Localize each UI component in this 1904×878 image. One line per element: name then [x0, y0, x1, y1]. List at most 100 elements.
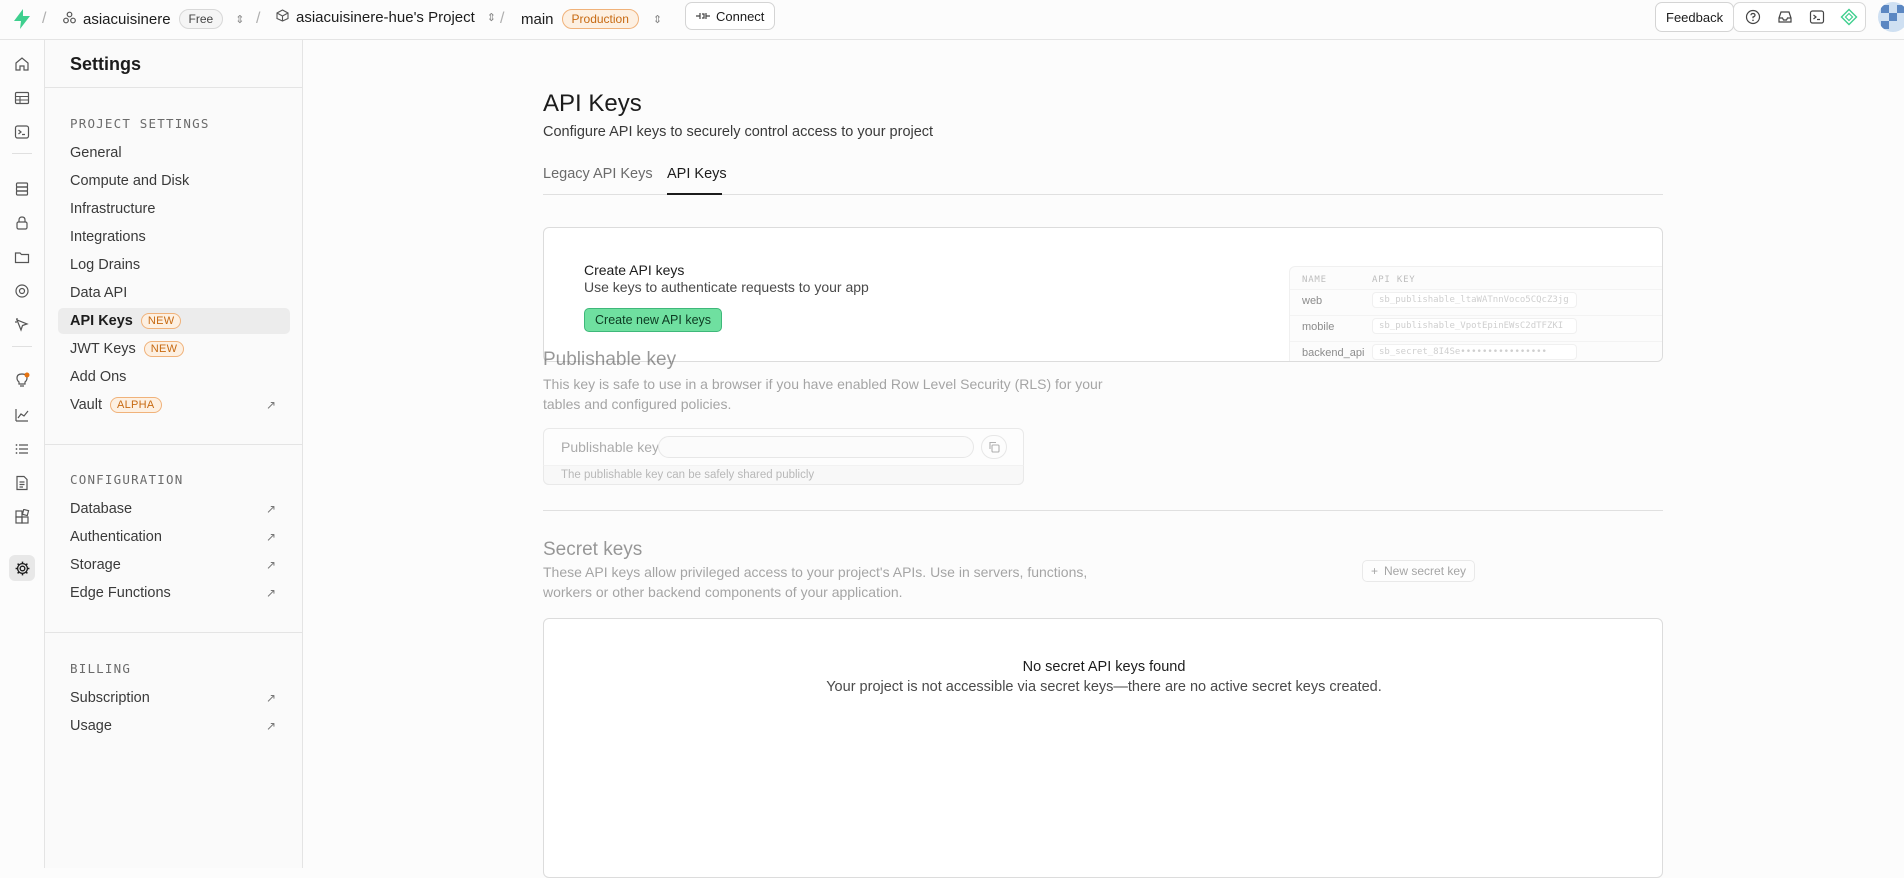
api-keys-preview-table: NAME API KEY web sb_publishable_ltaWATnn…: [1289, 266, 1662, 361]
sidebar-item-api-keys[interactable]: API Keys NEW: [58, 308, 290, 334]
settings-sidebar: Settings PROJECT SETTINGS General Comput…: [45, 40, 303, 868]
section-heading-billing: BILLING: [70, 661, 132, 676]
sidebar-item-storage[interactable]: Storage ↗: [58, 552, 290, 578]
preview-row-name: backend_api: [1302, 347, 1365, 359]
inbox-icon[interactable]: [1772, 4, 1798, 30]
icon-rail: [0, 40, 45, 868]
plan-badge: Free: [178, 9, 224, 29]
top-bar: / asiacuisinere Free ⇕ / asiacuisinere-h…: [0, 0, 1904, 40]
publishable-key-description: This key is safe to use in a browser if …: [543, 376, 1103, 412]
secret-keys-title: Secret keys: [543, 539, 643, 560]
settings-gear-icon[interactable]: [9, 555, 35, 581]
tab-legacy-api-keys[interactable]: Legacy API Keys: [543, 166, 653, 182]
preview-col-name: NAME: [1302, 275, 1327, 285]
logs-list-icon[interactable]: [10, 437, 34, 461]
preview-col-key: API KEY: [1372, 275, 1416, 285]
storage-icon[interactable]: [10, 245, 34, 269]
sidebar-item-vault[interactable]: Vault ALPHA ↗: [58, 392, 290, 418]
preview-row-key: sb_publishable_VpotEpinEWsC2dTFZKI: [1372, 318, 1577, 334]
sidebar-item-usage[interactable]: Usage ↗: [58, 713, 290, 739]
publishable-key-title: Publishable key: [543, 349, 677, 370]
feedback-label: Feedback: [1666, 9, 1724, 25]
page-subtitle: Configure API keys to securely control a…: [543, 124, 934, 140]
supabase-logo-icon[interactable]: [12, 8, 32, 30]
sidebar-item-authentication[interactable]: Authentication ↗: [58, 524, 290, 550]
edge-functions-icon[interactable]: [10, 313, 34, 337]
main-content: API Keys Configure API keys to securely …: [303, 40, 1904, 878]
feedback-button[interactable]: Feedback: [1655, 2, 1735, 32]
chevron-updown-icon: ⇕: [486, 12, 497, 24]
sidebar-item-edge-functions[interactable]: Edge Functions ↗: [58, 580, 290, 606]
publishable-key-input[interactable]: [658, 436, 974, 458]
create-new-api-keys-button[interactable]: Create new API keys: [584, 308, 723, 332]
sql-editor-icon[interactable]: [10, 120, 34, 144]
external-link-icon: ↗: [265, 398, 276, 412]
help-icon[interactable]: [1740, 4, 1766, 30]
create-api-keys-card: Create API keys Use keys to authenticate…: [543, 227, 1663, 362]
branch-name: main: [521, 10, 554, 28]
secret-keys-description: These API keys allow privileged access t…: [543, 564, 1088, 600]
project-box-icon: [276, 9, 289, 26]
api-docs-icon[interactable]: [10, 471, 34, 495]
plug-icon: [696, 9, 710, 24]
publishable-key-label: Publishable key: [561, 439, 660, 455]
external-link-icon: ↗: [265, 502, 276, 516]
env-badge: Production: [561, 9, 639, 29]
card-title: Create API keys: [584, 262, 685, 278]
new-badge: NEW: [140, 313, 182, 329]
reports-chart-icon[interactable]: [10, 403, 34, 427]
new-badge: NEW: [143, 341, 185, 357]
terminal-icon[interactable]: [1804, 4, 1830, 30]
chevron-updown-icon: ⇕: [235, 13, 245, 26]
preview-row-key: sb_publishable_ltaWATnnVoco5CQcZ3jg: [1372, 292, 1577, 308]
sidebar-title: Settings: [70, 54, 142, 74]
auth-lock-icon[interactable]: [10, 211, 34, 235]
sidebar-item-general[interactable]: General: [58, 140, 290, 166]
avatar[interactable]: [1878, 2, 1904, 32]
sidebar-item-log-drains[interactable]: Log Drains: [58, 252, 290, 278]
table-editor-icon[interactable]: [10, 86, 34, 110]
preview-row-name: mobile: [1302, 321, 1335, 333]
preview-row-key: sb_secret_8I4Se••••••••••••••••: [1372, 344, 1577, 360]
sidebar-item-data-api[interactable]: Data API: [58, 280, 290, 306]
org-icon: [63, 11, 76, 28]
empty-state-subtitle: Your project is not accessible via secre…: [826, 679, 1382, 695]
preview-row-name: web: [1302, 295, 1323, 307]
tab-api-keys[interactable]: API Keys: [667, 166, 727, 182]
realtime-icon[interactable]: [10, 279, 34, 303]
assistant-icon[interactable]: [1836, 4, 1862, 30]
page-title: API Keys: [543, 90, 642, 117]
sidebar-item-add-ons[interactable]: Add Ons: [58, 364, 290, 390]
new-secret-key-label: New secret key: [1384, 564, 1467, 578]
home-icon[interactable]: [10, 52, 34, 76]
new-secret-key-button[interactable]: + New secret key: [1362, 560, 1476, 582]
external-link-icon: ↗: [265, 691, 276, 705]
sidebar-item-infrastructure[interactable]: Infrastructure: [58, 196, 290, 222]
active-tab-indicator: [667, 193, 722, 195]
org-switcher[interactable]: asiacuisinere Free ⇕: [63, 9, 244, 29]
copy-icon[interactable]: [981, 435, 1007, 459]
sidebar-item-compute-and-disk[interactable]: Compute and Disk: [58, 168, 290, 194]
section-heading-configuration: CONFIGURATION: [70, 472, 184, 487]
publishable-key-footer: The publishable key can be safely shared…: [543, 465, 1024, 485]
branch-switcher[interactable]: main Production ⇕: [521, 9, 662, 29]
secret-keys-empty-state: No secret API keys found Your project is…: [543, 618, 1663, 878]
sidebar-item-subscription[interactable]: Subscription ↗: [58, 685, 290, 711]
sidebar-item-integrations[interactable]: Integrations: [58, 224, 290, 250]
sidebar-item-database[interactable]: Database ↗: [58, 496, 290, 522]
external-link-icon: ↗: [265, 586, 276, 600]
project-switcher[interactable]: asiacuisinere-hue's Project ⇕: [276, 9, 496, 26]
advisors-lightbulb-icon[interactable]: [10, 368, 34, 392]
card-subtitle: Use keys to authenticate requests to you…: [584, 279, 869, 295]
external-link-icon: ↗: [265, 719, 276, 733]
project-name: asiacuisinere-hue's Project: [296, 9, 475, 26]
connect-label: Connect: [716, 8, 765, 24]
connect-button[interactable]: Connect: [685, 2, 776, 30]
empty-state-title: No secret API keys found: [1022, 659, 1186, 675]
org-name: asiacuisinere: [83, 10, 171, 28]
database-icon[interactable]: [10, 177, 34, 201]
section-divider: [543, 510, 1663, 511]
integrations-grid-icon[interactable]: [10, 505, 34, 529]
sidebar-item-jwt-keys[interactable]: JWT Keys NEW: [58, 336, 290, 362]
tab-bar: Legacy API Keys API Keys: [543, 154, 1663, 195]
